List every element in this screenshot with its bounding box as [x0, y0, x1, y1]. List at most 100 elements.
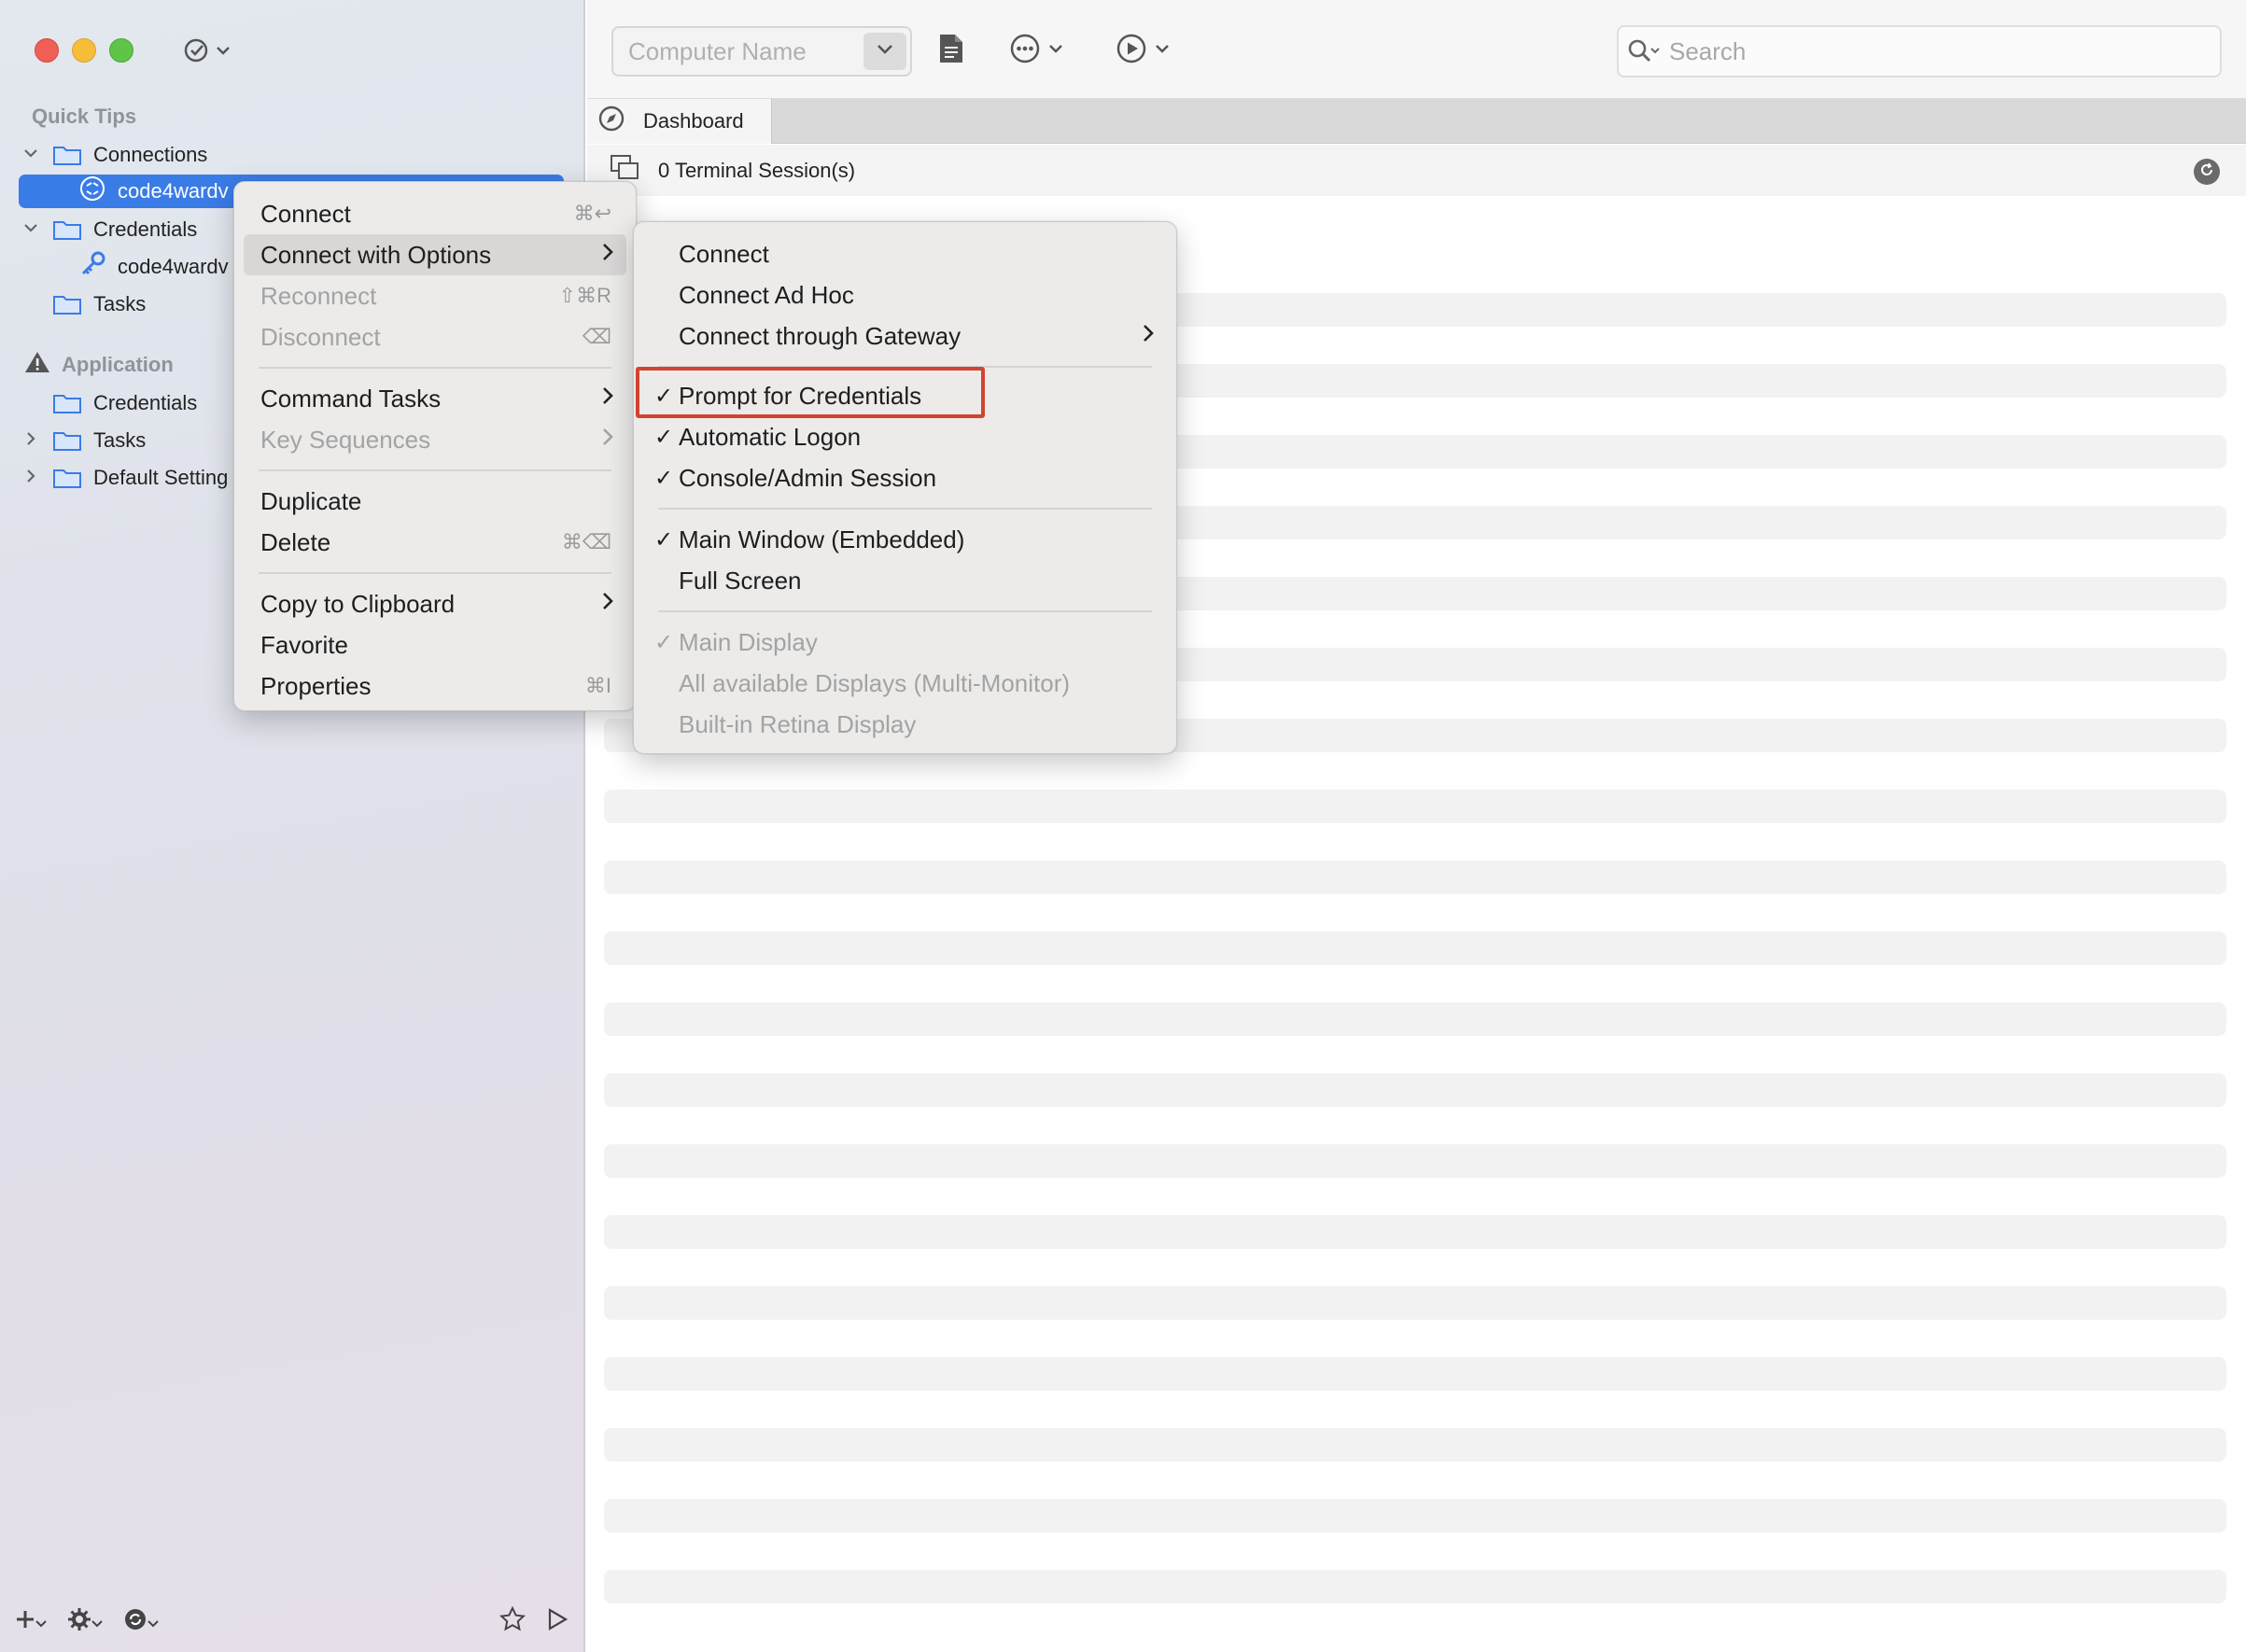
placeholder-row [604, 861, 2226, 894]
tree-item-label: code4wardv [118, 179, 229, 203]
refresh-button[interactable] [2194, 159, 2220, 185]
submenu-item-connect[interactable]: Connect [643, 233, 1167, 274]
computer-name-combobox[interactable] [611, 26, 912, 77]
shortcut-label: ⌫ [582, 325, 611, 348]
zoom-window-button[interactable] [109, 38, 133, 63]
add-menu-button[interactable] [15, 1609, 47, 1635]
menu-item-connect-with-options[interactable]: Connect with Options [244, 234, 626, 275]
folder-icon [52, 293, 82, 315]
chevron-right-icon [602, 591, 613, 617]
search-field[interactable] [1617, 25, 2222, 77]
menu-item-delete[interactable]: Delete ⌘⌫ [244, 522, 626, 563]
quick-connect-menu-button[interactable] [182, 35, 231, 65]
checkmark-icon: ✓ [654, 526, 674, 553]
favorites-button[interactable] [498, 1605, 526, 1638]
terminal-sessions-bar: 0 Terminal Session(s) [587, 145, 2246, 196]
document-icon [938, 33, 964, 69]
menu-item-duplicate[interactable]: Duplicate [244, 481, 626, 522]
placeholder-row [604, 1570, 2226, 1603]
play-button[interactable] [546, 1607, 569, 1637]
run-button[interactable] [1116, 32, 1170, 69]
search-input[interactable] [1669, 36, 2192, 66]
shortcut-label: ⇧⌘R [558, 284, 611, 307]
plus-icon [15, 1609, 35, 1635]
tree-item-label: Credentials [93, 217, 198, 241]
tab-dashboard[interactable]: Dashboard [587, 99, 772, 144]
tree-item-label: Tasks [93, 428, 147, 452]
tree-item-tasks[interactable]: Tasks [22, 287, 146, 321]
chevron-down-icon [35, 1610, 47, 1634]
submenu-item-all-displays: All available Displays (Multi-Monitor) [679, 668, 1071, 697]
tree-item-credential[interactable]: code4wardv [49, 250, 229, 284]
menu-item-properties[interactable]: Properties ⌘I [244, 665, 626, 707]
chevron-right-icon [1143, 323, 1154, 349]
shortcut-label: ⌘↩ [573, 202, 611, 225]
placeholder-row [604, 1499, 2226, 1533]
chevron-down-icon [1048, 42, 1063, 59]
connect-with-options-submenu: Connect Connect Ad Hoc Connect through G… [633, 221, 1177, 754]
checkmark-icon: ✓ [654, 424, 674, 450]
tree-item-credentials[interactable]: Credentials [22, 213, 197, 246]
shortcut-label: ⌘I [584, 674, 611, 697]
tab-bar: Dashboard [587, 99, 2246, 144]
menu-separator [259, 367, 611, 369]
close-window-button[interactable] [35, 38, 59, 63]
submenu-item-automatic-logon[interactable]: ✓ Automatic Logon [643, 416, 1167, 457]
menu-item-connect[interactable]: Connect ⌘↩ [244, 193, 626, 234]
chevron-down-icon[interactable] [22, 147, 39, 163]
tree-item-default-settings[interactable]: Default Setting [22, 461, 228, 495]
document-button[interactable] [938, 32, 964, 69]
chevron-right-icon[interactable] [22, 431, 39, 451]
checkmark-icon: ✓ [654, 629, 674, 655]
folder-icon [52, 467, 82, 489]
tree-item-app-tasks[interactable]: Tasks [22, 424, 146, 457]
tree-item-connection[interactable]: code4wardv [49, 175, 229, 208]
settings-menu-button[interactable] [67, 1607, 103, 1637]
tree-item-app-credentials[interactable]: Credentials [22, 386, 197, 420]
warning-icon [24, 350, 50, 380]
menu-item-favorite[interactable]: Favorite [244, 624, 626, 665]
menu-item-command-tasks[interactable]: Command Tasks [244, 378, 626, 419]
menu-item-copy-to-clipboard[interactable]: Copy to Clipboard [244, 583, 626, 624]
minimize-window-button[interactable] [72, 38, 96, 63]
submenu-item-builtin-retina-display: Built-in Retina Display [679, 709, 917, 738]
menu-item-disconnect: Disconnect ⌫ [260, 322, 611, 351]
toolbar [587, 0, 2246, 99]
chevron-right-icon [602, 242, 613, 268]
placeholder-row [604, 790, 2226, 823]
folder-icon [52, 218, 82, 241]
placeholder-row [604, 1286, 2226, 1320]
tree-item-label: Credentials [93, 391, 198, 414]
play-icon [546, 1607, 569, 1637]
chevron-right-icon[interactable] [22, 469, 39, 488]
chevron-down-icon [216, 45, 231, 56]
submenu-item-console-admin-session[interactable]: ✓ Console/Admin Session [643, 457, 1167, 498]
menu-separator [259, 469, 611, 471]
submenu-item-connect-ad-hoc[interactable]: Connect Ad Hoc [643, 274, 1167, 315]
placeholder-row [604, 1357, 2226, 1391]
tree-item-label: code4wardv [118, 255, 229, 278]
annotation-highlight-box [636, 367, 985, 418]
chevron-down-icon[interactable] [22, 221, 39, 238]
computer-name-dropdown-button[interactable] [863, 33, 906, 70]
chevron-down-icon [91, 1610, 103, 1634]
submenu-item-full-screen[interactable]: Full Screen [643, 560, 1167, 601]
star-icon [498, 1605, 526, 1638]
menu-separator [658, 508, 1152, 510]
tree-item-label: Default Setting [93, 466, 229, 489]
quick-connect-icon [182, 36, 210, 64]
submenu-item-main-window-embedded[interactable]: ✓ Main Window (Embedded) [643, 519, 1167, 560]
folder-icon [52, 392, 82, 414]
ellipsis-circle-icon [1009, 33, 1041, 69]
submenu-item-connect-through-gateway[interactable]: Connect through Gateway [643, 315, 1167, 357]
more-actions-button[interactable] [1009, 32, 1063, 69]
sync-menu-button[interactable] [123, 1607, 159, 1637]
key-icon [78, 250, 106, 284]
computer-name-input[interactable] [613, 28, 865, 75]
sync-icon [123, 1607, 147, 1637]
tree-item-label: Connections [93, 143, 208, 166]
checkmark-icon: ✓ [654, 465, 674, 491]
tab-label: Dashboard [643, 109, 744, 133]
placeholder-row [604, 1428, 2226, 1462]
tree-item-connections[interactable]: Connections [22, 138, 207, 172]
